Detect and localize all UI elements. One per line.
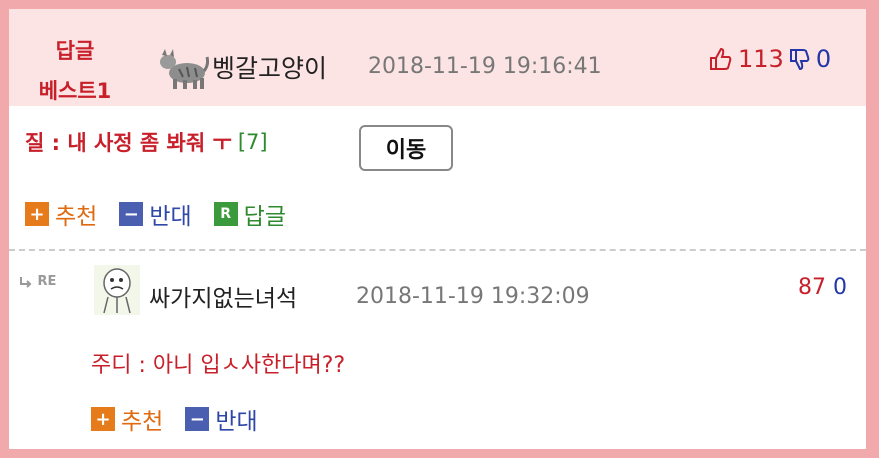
reply-actions: + 추천 − 반대 [91,402,280,436]
minus-icon: − [185,407,210,431]
reply-arrow-icon: RE [19,274,56,289]
best-reply-header: 답글 베스트1 벵갈고양이 2018-11-19 19:16:41 113 0 [9,9,866,106]
recommend-button[interactable]: + 추천 [25,197,97,231]
oppose-label: 반대 [215,409,258,435]
vote-counts: 113 0 [708,45,831,73]
up-count: 113 [738,45,784,73]
best-label-line1: 답글 [55,39,95,63]
comment-panel: 답글 베스트1 벵갈고양이 2018-11-19 19:16:41 113 0 … [9,9,866,449]
oppose-button[interactable]: − 반대 [119,197,192,231]
plus-icon: + [25,202,49,226]
reply-icon: R [213,202,238,226]
reply-author-nickname[interactable]: 싸가지없는녀석 [149,279,297,313]
plus-icon: + [91,407,115,431]
reply-label: 답글 [243,204,286,230]
post-title[interactable]: 질 : 내 사정 좀 봐줘 ㅜ [25,127,232,157]
reply-up-count: 87 [798,275,826,300]
reply-oppose-button[interactable]: − 반대 [185,402,258,436]
reply-avatar[interactable] [94,265,140,315]
reply-recommend-button[interactable]: + 추천 [91,402,163,436]
move-button[interactable]: 이동 [359,125,453,171]
best-label-line2: 베스트1 [38,79,112,103]
thumbs-down-icon[interactable] [788,46,812,72]
post-datetime: 2018-11-19 19:16:41 [368,54,602,79]
reply-button[interactable]: R 답글 [213,197,286,231]
author-nickname[interactable]: 벵갈고양이 [212,49,327,85]
best-actions: + 추천 − 반대 R 답글 [25,197,308,231]
thumbs-up-icon[interactable] [708,46,734,72]
reply-vote-counts: 87 0 [798,275,847,300]
reply-body: 주디 : 아니 입ㅅ사한다며?? [91,353,346,378]
best-reply-badge: 답글 베스트1 [27,31,123,111]
oppose-label: 반대 [149,204,192,230]
corner-arrow-icon [20,276,32,288]
recommend-label: 추천 [121,409,164,435]
recommend-label: 추천 [55,204,98,230]
minus-icon: − [119,202,144,226]
reply-tag: RE [37,274,57,289]
reply-datetime: 2018-11-19 19:32:09 [356,284,590,309]
post-title-row: 질 : 내 사정 좀 봐줘 ㅜ [7] [25,127,268,157]
cat-avatar[interactable] [157,47,209,91]
comment-count: [7] [237,130,268,154]
divider [9,249,866,251]
reply-down-count: 0 [833,275,847,300]
down-count: 0 [815,45,832,73]
